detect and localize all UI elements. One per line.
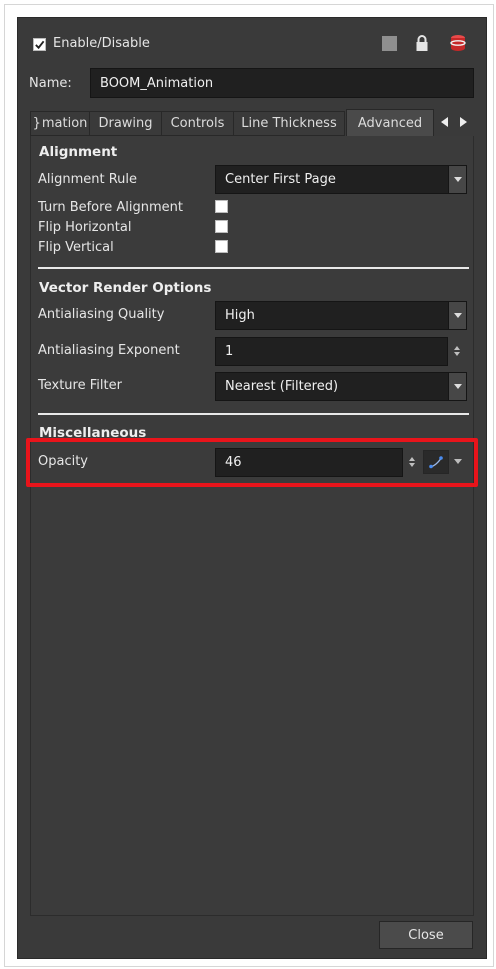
alignment-rule-label: Alignment Rule	[38, 172, 138, 187]
enable-label: Enable/Disable	[53, 36, 150, 51]
alignment-section-title: Alignment	[39, 144, 118, 160]
tab-line-thickness[interactable]: Line Thickness	[233, 111, 345, 136]
name-label: Name:	[29, 76, 72, 91]
lock-icon[interactable]	[415, 34, 429, 52]
turn-before-alignment-label: Turn Before Alignment	[38, 200, 183, 215]
tab-scroll-left-icon[interactable]	[436, 110, 454, 134]
checkmark-icon	[35, 40, 45, 50]
name-field[interactable]: BOOM_Animation	[90, 68, 474, 98]
tab-scroll-glyph: }	[32, 116, 41, 131]
opacity-highlight-box	[26, 438, 478, 487]
section-divider	[38, 267, 469, 269]
turn-before-alignment-checkbox[interactable]	[215, 200, 228, 213]
alignment-rule-dropdown[interactable]: Center First Page	[215, 165, 467, 194]
texture-filter-value: Nearest (Filtered)	[225, 379, 339, 394]
texture-filter-dropdown[interactable]: Nearest (Filtered)	[215, 372, 467, 401]
layer-stack-icon[interactable]	[450, 34, 466, 52]
tab-advanced[interactable]: Advanced	[346, 109, 434, 136]
close-button[interactable]: Close	[379, 921, 473, 949]
tab-animation[interactable]: } mation	[30, 111, 90, 136]
chevron-down-icon	[448, 373, 466, 400]
flip-vertical-checkbox[interactable]	[215, 240, 228, 253]
tab-advanced-label: Advanced	[357, 115, 423, 131]
tab-controls[interactable]: Controls	[161, 111, 234, 136]
tab-drawing-label: Drawing	[98, 116, 153, 131]
close-button-label: Close	[408, 927, 444, 943]
layer-properties-window: Enable/Disable Name: BOOM_Animation } mat…	[17, 17, 487, 959]
tab-animation-label: mation	[41, 116, 88, 131]
tab-controls-label: Controls	[170, 116, 225, 131]
flip-vertical-label: Flip Vertical	[38, 240, 114, 255]
antialiasing-quality-dropdown[interactable]: High	[215, 301, 467, 330]
tab-scroll-right-icon[interactable]	[454, 110, 472, 134]
vector-render-section-title: Vector Render Options	[39, 280, 212, 296]
chevron-down-icon	[448, 166, 466, 193]
exponent-stepper-icon[interactable]	[451, 346, 463, 356]
antialiasing-quality-label: Antialiasing Quality	[38, 307, 165, 322]
flip-horizontal-label: Flip Horizontal	[38, 220, 132, 235]
antialiasing-exponent-label: Antialiasing Exponent	[38, 343, 180, 358]
section-divider	[38, 413, 469, 415]
antialiasing-exponent-field[interactable]: 1	[215, 337, 448, 366]
antialiasing-quality-value: High	[225, 308, 255, 323]
antialiasing-exponent-value: 1	[225, 344, 234, 359]
tab-drawing[interactable]: Drawing	[89, 111, 162, 136]
chevron-down-icon	[448, 302, 466, 329]
alignment-rule-value: Center First Page	[225, 172, 336, 187]
texture-filter-label: Texture Filter	[38, 378, 122, 393]
color-swatch-icon[interactable]	[382, 36, 397, 51]
flip-horizontal-checkbox[interactable]	[215, 220, 228, 233]
tab-line-thickness-label: Line Thickness	[241, 116, 337, 131]
enable-checkbox[interactable]	[33, 38, 46, 51]
